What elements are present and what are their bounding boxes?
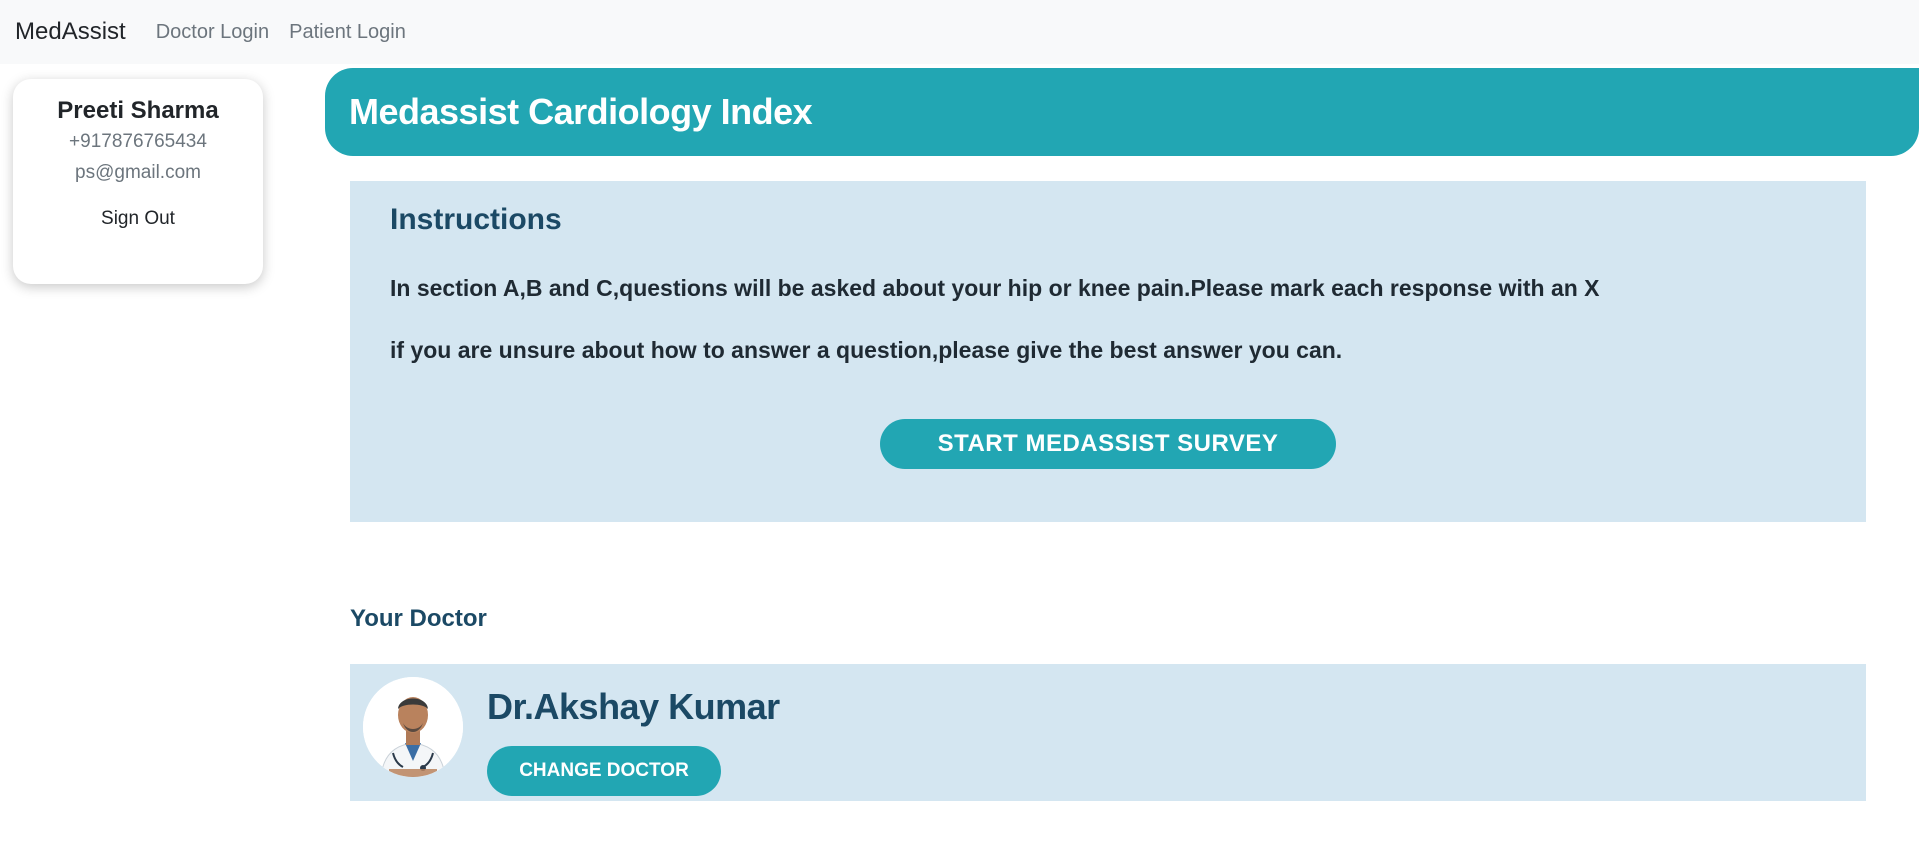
instructions-panel: Instructions In section A,B and C,questi…	[350, 181, 1866, 522]
your-doctor-heading: Your Doctor	[350, 605, 487, 632]
page-title: Medassist Cardiology Index	[349, 91, 813, 132]
brand-logo[interactable]: MedAssist	[15, 18, 126, 46]
doctor-panel: Dr.Akshay Kumar CHANGE DOCTOR	[350, 664, 1866, 801]
nav-patient-login[interactable]: Patient Login	[289, 21, 406, 44]
nav-doctor-login[interactable]: Doctor Login	[156, 21, 269, 44]
doctor-name: Dr.Akshay Kumar	[487, 686, 780, 727]
profile-name: Preeti Sharma	[57, 97, 219, 124]
instructions-heading: Instructions	[390, 203, 562, 236]
top-navbar: MedAssist Doctor Login Patient Login	[0, 0, 1919, 64]
sign-out-button[interactable]: Sign Out	[101, 208, 175, 230]
doctor-photo-icon	[363, 677, 463, 777]
page-title-banner: Medassist Cardiology Index	[325, 68, 1919, 156]
instruction-line-2: if you are unsure about how to answer a …	[390, 337, 1343, 363]
profile-email: ps@gmail.com	[75, 162, 201, 183]
profile-phone: +917876765434	[69, 131, 207, 152]
profile-card: Preeti Sharma +917876765434 ps@gmail.com…	[13, 79, 263, 284]
doctor-avatar	[363, 677, 463, 777]
change-doctor-button[interactable]: CHANGE DOCTOR	[487, 746, 721, 796]
start-survey-button[interactable]: START MEDASSIST SURVEY	[880, 419, 1336, 469]
instruction-line-1: In section A,B and C,questions will be a…	[390, 275, 1600, 301]
